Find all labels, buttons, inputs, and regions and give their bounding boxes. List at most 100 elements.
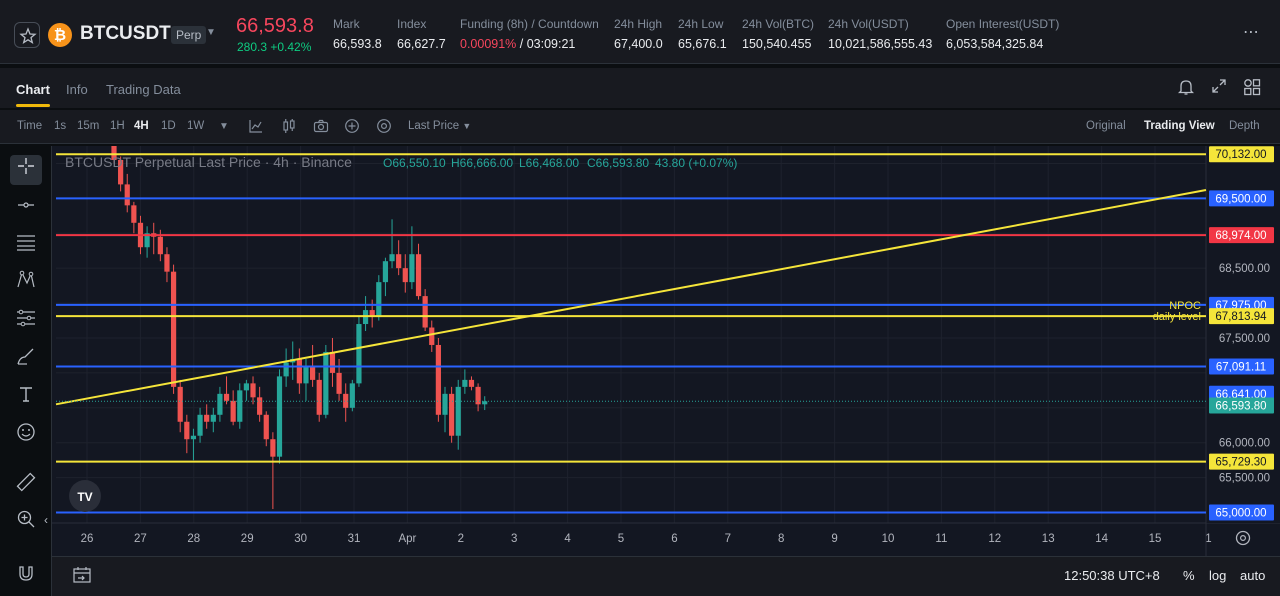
bell-icon[interactable] bbox=[1177, 78, 1195, 96]
candle-body bbox=[343, 393, 349, 408]
add-indicator-icon[interactable] bbox=[344, 118, 360, 137]
interval-time[interactable]: Time bbox=[17, 120, 42, 132]
x-axis-tick-label: 7 bbox=[725, 533, 731, 545]
x-axis-tick-label: 11 bbox=[935, 533, 947, 545]
layout-grid-icon[interactable] bbox=[1243, 78, 1261, 96]
stat-value: 0.00091% / 03:09:21 bbox=[460, 37, 599, 51]
price-type-select[interactable]: Last Price ▼ bbox=[408, 120, 471, 132]
date-range-icon[interactable] bbox=[72, 566, 92, 587]
x-axis-tick-label: 29 bbox=[241, 533, 254, 545]
interval-1s[interactable]: 1s bbox=[54, 120, 66, 132]
stat-24h-vol-usdt: 24h Vol(USDT) 10,021,586,555.43 bbox=[828, 17, 932, 51]
stat-value: 150,540.455 bbox=[742, 37, 812, 51]
interval-4h[interactable]: 4H bbox=[134, 120, 149, 132]
level-price-tag: 67,813.94 bbox=[1215, 311, 1267, 323]
svg-text:₿: ₿ bbox=[54, 26, 66, 44]
interval-15m[interactable]: 15m bbox=[77, 120, 99, 132]
candle-body bbox=[349, 383, 355, 408]
candle-body bbox=[243, 383, 249, 391]
candle-body bbox=[177, 386, 183, 422]
zoom-in-icon[interactable] bbox=[10, 508, 42, 538]
interval-1h[interactable]: 1H bbox=[110, 120, 125, 132]
stat-label: Funding (8h) / Countdown bbox=[460, 17, 599, 31]
bitcoin-logo-icon: ₿ bbox=[48, 23, 72, 47]
candle-body bbox=[468, 379, 475, 387]
interval-1w[interactable]: 1W bbox=[187, 120, 204, 132]
crosshair-icon[interactable] bbox=[10, 155, 42, 185]
brush-icon[interactable] bbox=[10, 345, 42, 375]
candle-body bbox=[409, 254, 415, 283]
text-icon[interactable] bbox=[10, 383, 42, 413]
emoji-icon[interactable] bbox=[10, 421, 42, 451]
gear-hub bbox=[1239, 534, 1246, 541]
x-axis-tick-label: 30 bbox=[294, 533, 307, 545]
stat-label: 24h High bbox=[614, 17, 663, 31]
candle-body bbox=[329, 351, 336, 373]
stat-mark: Mark 66,593.8 bbox=[333, 17, 382, 51]
pattern-icon[interactable] bbox=[10, 269, 42, 299]
tab-chart[interactable]: Chart bbox=[16, 82, 50, 97]
view-depth[interactable]: Depth bbox=[1229, 120, 1260, 132]
candle-body bbox=[164, 254, 170, 272]
auto-toggle[interactable]: auto bbox=[1240, 568, 1265, 583]
indicator-icon[interactable] bbox=[248, 118, 264, 137]
candle-body bbox=[118, 159, 124, 185]
camera-icon[interactable] bbox=[313, 118, 329, 137]
price-tag-bg bbox=[1209, 385, 1274, 402]
candle-body bbox=[455, 386, 461, 436]
x-axis-tick-label: 3 bbox=[511, 533, 517, 545]
stat-open-interest[interactable]: Open Interest(USDT) 6,053,584,325.84 bbox=[946, 17, 1059, 51]
x-axis-tick-label: 6 bbox=[671, 533, 677, 545]
candle-body bbox=[257, 397, 263, 415]
x-axis-tick-label: 1 bbox=[1205, 533, 1211, 545]
chart-toolbar: Time 1s 15m 1H 4H 1D 1W ▼ Last Price ▼ O… bbox=[0, 110, 1280, 144]
interval-dropdown-icon[interactable]: ▼ bbox=[219, 121, 229, 132]
candle-body bbox=[435, 344, 441, 415]
candle-body bbox=[270, 439, 276, 457]
horizontal-line-icon[interactable] bbox=[10, 194, 42, 224]
magnet-icon[interactable] bbox=[10, 562, 42, 592]
tab-info[interactable]: Info bbox=[66, 82, 88, 97]
candle-body bbox=[396, 254, 402, 269]
settings-icon[interactable] bbox=[376, 118, 392, 137]
level-price-tag: 70,132.00 bbox=[1215, 149, 1266, 161]
x-axis-tick-label: 13 bbox=[1042, 533, 1055, 545]
level-price-tag: 68,974.00 bbox=[1215, 230, 1266, 242]
view-original[interactable]: Original bbox=[1086, 120, 1126, 132]
view-trading-view[interactable]: Trading View bbox=[1144, 120, 1215, 132]
projection-icon[interactable] bbox=[10, 307, 42, 337]
stat-index[interactable]: Index 66,627.7 bbox=[397, 17, 446, 51]
chevron-down-icon[interactable]: ▼ bbox=[206, 27, 216, 38]
candle-body bbox=[250, 383, 256, 398]
interval-1d[interactable]: 1D bbox=[161, 120, 176, 132]
log-toggle[interactable]: log bbox=[1209, 568, 1226, 583]
price-type-label: Last Price bbox=[408, 120, 460, 132]
tab-trading-data[interactable]: Trading Data bbox=[106, 82, 181, 97]
candle-body bbox=[429, 327, 435, 345]
candle-body bbox=[310, 365, 316, 380]
symbol-name[interactable]: BTCUSDT bbox=[80, 23, 171, 45]
last-price-tag: 66,593.80 bbox=[1215, 400, 1266, 412]
logo-bg bbox=[69, 480, 101, 512]
stat-value: 66,593.8 bbox=[333, 37, 382, 51]
ruler-icon[interactable] bbox=[10, 471, 42, 501]
clock-time[interactable]: 12:50:38 UTC+8 bbox=[1064, 568, 1160, 583]
level-annotation: NPOC bbox=[1169, 300, 1201, 312]
collapse-toolbar-icon[interactable]: ‹ bbox=[44, 513, 48, 527]
expand-icon[interactable] bbox=[1210, 78, 1228, 96]
chevron-down-icon: ▼ bbox=[462, 121, 472, 131]
last-price: 66,593.8 bbox=[236, 15, 314, 37]
favorite-star-icon[interactable] bbox=[14, 22, 40, 48]
ellipsis-icon[interactable]: ⋯ bbox=[1243, 22, 1260, 42]
candle-body bbox=[316, 379, 322, 415]
axis-settings-icon bbox=[1235, 530, 1251, 546]
candle-body bbox=[415, 254, 422, 297]
fib-icon[interactable] bbox=[10, 231, 42, 261]
level-price-tag-bg bbox=[1209, 308, 1274, 325]
candle-type-icon[interactable] bbox=[281, 118, 297, 137]
stat-value: 66,627.7 bbox=[397, 37, 446, 51]
percent-toggle[interactable]: % bbox=[1183, 568, 1195, 583]
level-price-tag-bg bbox=[1209, 146, 1274, 163]
x-axis-tick-label: 10 bbox=[882, 533, 895, 545]
candle-body bbox=[336, 372, 342, 394]
